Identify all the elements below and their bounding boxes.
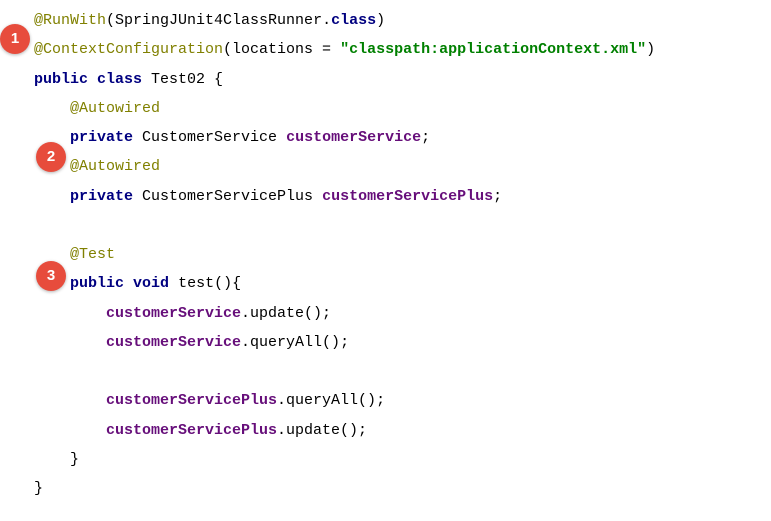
line1-call: .update();: [241, 305, 331, 322]
customerserviceplus-field: customerServicePlus: [322, 188, 493, 205]
contextconfig-annotation: @ContextConfiguration: [34, 41, 223, 58]
customerserviceplus-type: CustomerServicePlus: [133, 188, 322, 205]
runwith-arg-type: SpringJUnit4ClassRunner.: [115, 12, 331, 29]
public-keyword-2: public: [70, 275, 124, 292]
runwith-annotation: @RunWith: [34, 12, 106, 29]
public-keyword: public: [34, 71, 88, 88]
line4-call: .update();: [277, 422, 367, 439]
line2-call: .queryAll();: [241, 334, 349, 351]
autowired-annotation-2: @Autowired: [70, 158, 160, 175]
test-annotation: @Test: [70, 246, 115, 263]
ctx-args-suffix: ): [646, 41, 655, 58]
bubble-2-text: 2: [47, 142, 55, 171]
class-name: Test02 {: [142, 71, 223, 88]
customerservice-field: customerService: [286, 129, 421, 146]
code-block: @RunWith(SpringJUnit4ClassRunner.class) …: [0, 0, 771, 503]
semicolon-2: ;: [493, 188, 502, 205]
customerservice-type: CustomerService: [133, 129, 286, 146]
line3-object: customerServicePlus: [106, 392, 277, 409]
line4-object: customerServicePlus: [106, 422, 277, 439]
class-keyword-2: class: [97, 71, 142, 88]
bubble-3-text: 3: [47, 261, 55, 290]
line2-object: customerService: [106, 334, 241, 351]
runwith-close: ): [376, 12, 385, 29]
void-keyword: void: [133, 275, 169, 292]
line1-object: customerService: [106, 305, 241, 322]
runwith-open: (: [106, 12, 115, 29]
bubble-1-text: 1: [11, 24, 19, 53]
private-keyword-2: private: [70, 188, 133, 205]
line3-call: .queryAll();: [277, 392, 385, 409]
annotation-bubble-2: 2: [36, 142, 66, 172]
ctx-args-prefix: (locations =: [223, 41, 340, 58]
autowired-annotation-1: @Autowired: [70, 100, 160, 117]
annotation-bubble-3: 3: [36, 261, 66, 291]
closing-brace-method: }: [34, 451, 79, 468]
closing-brace-class: }: [34, 480, 43, 497]
private-keyword-1: private: [70, 129, 133, 146]
semicolon-1: ;: [421, 129, 430, 146]
class-keyword: class: [331, 12, 376, 29]
ctx-string-literal: "classpath:applicationContext.xml": [340, 41, 646, 58]
annotation-bubble-1: 1: [0, 24, 30, 54]
test-signature: test(){: [169, 275, 241, 292]
